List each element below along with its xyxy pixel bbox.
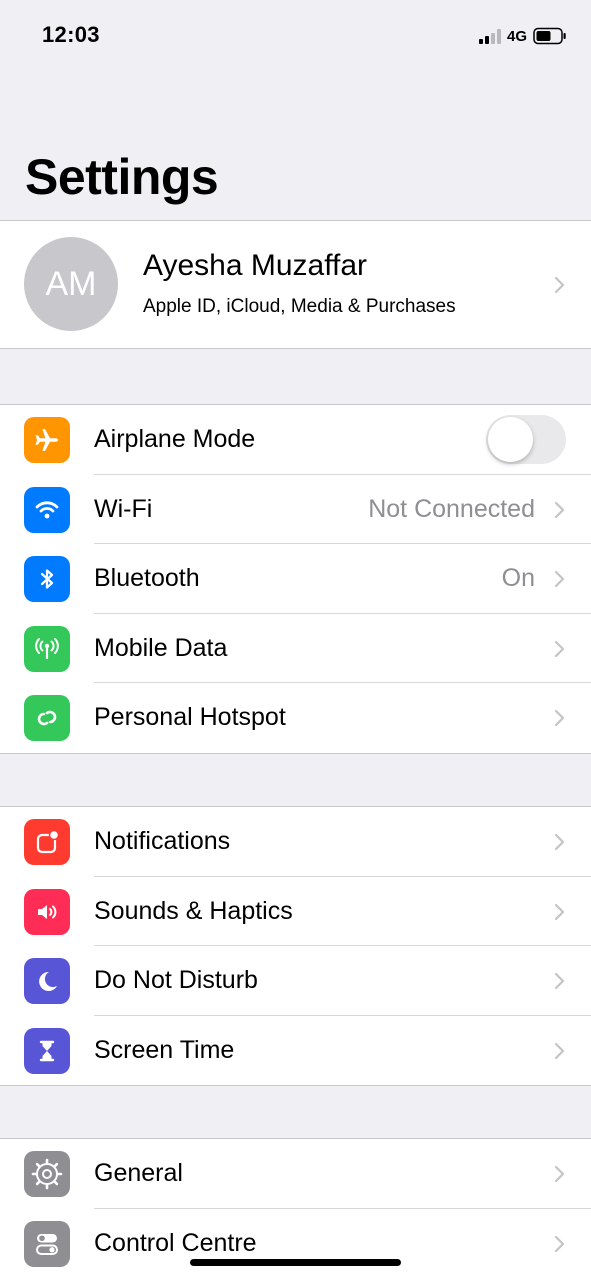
profile-name: Ayesha Muzaffar	[143, 249, 368, 282]
home-indicator[interactable]	[190, 1259, 401, 1266]
airplane-icon	[24, 417, 70, 463]
settings-item-notifications[interactable]: Notifications	[0, 807, 591, 877]
wifi-status: Not Connected	[368, 494, 535, 523]
settings-item-label: Do Not Disturb	[94, 966, 258, 994]
chevron-right-icon	[554, 1042, 565, 1059]
chevron-right-icon	[554, 903, 565, 920]
apple-id-row[interactable]: AM Ayesha Muzaffar Apple ID, iCloud, Med…	[0, 220, 591, 349]
battery-icon	[533, 27, 566, 45]
toggle-knob	[488, 417, 533, 462]
chevron-right-icon	[554, 972, 565, 990]
gear-icon	[24, 1151, 70, 1197]
settings-item-label: Wi-Fi	[94, 494, 153, 523]
settings-item-label: Control Centre	[94, 1228, 257, 1257]
status-time: 12:03	[42, 22, 100, 47]
settings-item-general[interactable]: General	[0, 1139, 591, 1209]
airplane-mode-toggle[interactable]	[486, 415, 566, 464]
bluetooth-icon	[24, 556, 70, 602]
settings-item-screen-time[interactable]: Screen Time	[0, 1016, 591, 1086]
settings-item-label: Airplane Mode	[94, 425, 256, 453]
bluetooth-status: On	[501, 564, 535, 592]
settings-item-label: Sounds & Haptics	[94, 896, 293, 925]
chevron-right-icon	[554, 640, 565, 657]
connectivity-group: Airplane Mode Wi-Fi Not Connected Blueto…	[0, 404, 591, 754]
hourglass-icon	[24, 1027, 70, 1074]
settings-item-control-centre[interactable]: Control Centre	[0, 1209, 591, 1279]
settings-item-label: Mobile Data	[94, 633, 228, 662]
antenna-icon	[24, 625, 70, 672]
wifi-icon	[24, 486, 70, 533]
chevron-right-icon	[554, 501, 565, 518]
page-title: Settings	[25, 149, 219, 205]
chevron-right-icon	[554, 833, 565, 851]
signal-strength-icon	[478, 28, 501, 44]
settings-item-label: Bluetooth	[94, 564, 200, 592]
network-type: 4G	[506, 27, 527, 45]
moon-icon	[24, 958, 70, 1004]
chevron-right-icon	[554, 570, 565, 588]
settings-item-label: Notifications	[94, 827, 231, 855]
chevron-right-icon	[554, 709, 565, 727]
status-indicators: 4G	[478, 24, 567, 48]
status-bar: 12:03 4G	[0, 0, 591, 70]
attention-group: Notifications Sounds & Haptics Do Not Di…	[0, 806, 591, 1086]
settings-item-label: Screen Time	[94, 1035, 235, 1064]
notifications-icon	[24, 819, 70, 865]
avatar: AM	[24, 237, 118, 331]
settings-item-personal-hotspot[interactable]: Personal Hotspot	[0, 683, 591, 753]
settings-item-airplane-mode: Airplane Mode	[0, 405, 591, 475]
settings-item-do-not-disturb[interactable]: Do Not Disturb	[0, 946, 591, 1016]
chevron-right-icon	[554, 1165, 565, 1183]
chevron-right-icon	[554, 1235, 565, 1252]
profile-subtitle: Apple ID, iCloud, Media & Purchases	[143, 296, 456, 317]
switches-icon	[24, 1220, 70, 1267]
settings-item-wifi[interactable]: Wi-Fi Not Connected	[0, 475, 591, 544]
settings-item-sounds-haptics[interactable]: Sounds & Haptics	[0, 877, 591, 946]
settings-item-bluetooth[interactable]: Bluetooth On	[0, 544, 591, 614]
settings-item-label: General	[94, 1159, 183, 1187]
chevron-right-icon	[554, 276, 565, 294]
speaker-icon	[24, 888, 70, 935]
settings-item-mobile-data[interactable]: Mobile Data	[0, 614, 591, 683]
settings-item-label: Personal Hotspot	[94, 703, 286, 731]
hotspot-icon	[24, 695, 70, 741]
